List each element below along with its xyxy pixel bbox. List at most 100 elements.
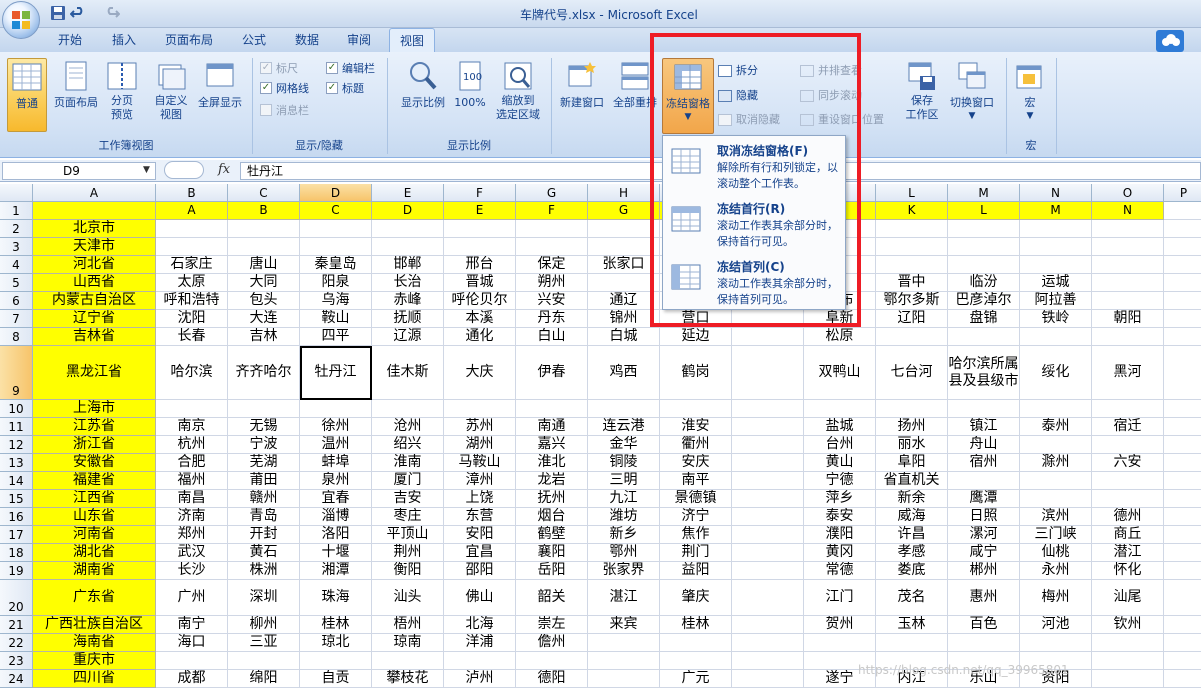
- city-cell[interactable]: 滨州: [1020, 508, 1092, 526]
- city-cell[interactable]: 吉林: [228, 328, 300, 346]
- city-cell[interactable]: 晋城: [444, 274, 516, 292]
- city-cell[interactable]: [1164, 292, 1201, 310]
- code-letter-cell[interactable]: L: [948, 202, 1020, 220]
- city-cell[interactable]: [588, 220, 660, 238]
- name-box[interactable]: D9: [2, 162, 156, 180]
- row-header[interactable]: 20: [0, 580, 33, 616]
- city-cell[interactable]: 十堰: [300, 544, 372, 562]
- city-cell[interactable]: 三门峡: [1020, 526, 1092, 544]
- city-cell[interactable]: [732, 508, 804, 526]
- tab-formulas[interactable]: 公式: [232, 28, 276, 52]
- city-cell[interactable]: 岳阳: [516, 562, 588, 580]
- city-cell[interactable]: 沧州: [372, 418, 444, 436]
- city-cell[interactable]: 临汾: [948, 274, 1020, 292]
- hide-button[interactable]: 隐藏: [718, 87, 758, 105]
- city-cell[interactable]: 晋中: [876, 274, 948, 292]
- city-cell[interactable]: 攀枝花: [372, 670, 444, 688]
- city-cell[interactable]: 洛阳: [300, 526, 372, 544]
- city-cell[interactable]: 宁德: [804, 472, 876, 490]
- city-cell[interactable]: 南通: [516, 418, 588, 436]
- freeze-top-row-menu-item[interactable]: 冻结首行(R) 滚动工作表其余部分时，保持首行可见。: [663, 196, 845, 254]
- city-cell[interactable]: 烟台: [516, 508, 588, 526]
- column-header-c[interactable]: C: [228, 184, 300, 202]
- city-cell[interactable]: 铜陵: [588, 454, 660, 472]
- row-header[interactable]: 5: [0, 274, 33, 292]
- city-cell[interactable]: [588, 274, 660, 292]
- city-cell[interactable]: 济宁: [660, 508, 732, 526]
- city-cell[interactable]: 哈尔滨: [156, 346, 228, 400]
- city-cell[interactable]: 崇左: [516, 616, 588, 634]
- row-header[interactable]: 6: [0, 292, 33, 310]
- province-cell[interactable]: 广东省: [33, 580, 156, 616]
- city-cell[interactable]: 嘉兴: [516, 436, 588, 454]
- city-cell[interactable]: 鸡西: [588, 346, 660, 400]
- city-cell[interactable]: [1020, 400, 1092, 418]
- city-cell[interactable]: 九江: [588, 490, 660, 508]
- city-cell[interactable]: 抚州: [516, 490, 588, 508]
- row-header[interactable]: 21: [0, 616, 33, 634]
- city-cell[interactable]: 宿州: [948, 454, 1020, 472]
- city-cell[interactable]: 安庆: [660, 454, 732, 472]
- tab-view[interactable]: 视图: [389, 28, 436, 52]
- city-cell[interactable]: 长沙: [156, 562, 228, 580]
- city-cell[interactable]: [1164, 238, 1201, 256]
- province-cell[interactable]: 江西省: [33, 490, 156, 508]
- city-cell[interactable]: 丹东: [516, 310, 588, 328]
- city-cell[interactable]: 南宁: [156, 616, 228, 634]
- city-cell[interactable]: 新余: [876, 490, 948, 508]
- province-cell[interactable]: 河南省: [33, 526, 156, 544]
- city-cell[interactable]: 泉州: [300, 472, 372, 490]
- city-cell[interactable]: [156, 652, 228, 670]
- city-cell[interactable]: [1164, 256, 1201, 274]
- city-cell[interactable]: [516, 652, 588, 670]
- city-cell[interactable]: 仙桃: [1020, 544, 1092, 562]
- city-cell[interactable]: [732, 346, 804, 400]
- city-cell[interactable]: 邢台: [444, 256, 516, 274]
- row-header[interactable]: 12: [0, 436, 33, 454]
- city-cell[interactable]: 绥化: [1020, 346, 1092, 400]
- city-cell[interactable]: [804, 634, 876, 652]
- city-cell[interactable]: 合肥: [156, 454, 228, 472]
- city-cell[interactable]: [1164, 400, 1201, 418]
- insert-function-icon[interactable]: fx: [218, 162, 230, 177]
- city-cell[interactable]: 佛山: [444, 580, 516, 616]
- city-cell[interactable]: 桂林: [660, 616, 732, 634]
- city-cell[interactable]: 宜春: [300, 490, 372, 508]
- city-cell[interactable]: [732, 580, 804, 616]
- city-cell[interactable]: [948, 634, 1020, 652]
- row-header[interactable]: 19: [0, 562, 33, 580]
- city-cell[interactable]: 梧州: [372, 616, 444, 634]
- city-cell[interactable]: [516, 238, 588, 256]
- city-cell[interactable]: [372, 400, 444, 418]
- province-cell[interactable]: 福建省: [33, 472, 156, 490]
- row-header[interactable]: 9: [0, 346, 33, 400]
- column-header-f[interactable]: F: [444, 184, 516, 202]
- code-letter-cell[interactable]: [1164, 202, 1201, 220]
- city-cell[interactable]: 呼和浩特: [156, 292, 228, 310]
- city-cell[interactable]: 淮北: [516, 454, 588, 472]
- province-cell[interactable]: 湖南省: [33, 562, 156, 580]
- city-cell[interactable]: [1092, 400, 1164, 418]
- city-cell[interactable]: 白山: [516, 328, 588, 346]
- province-cell[interactable]: 山东省: [33, 508, 156, 526]
- city-cell[interactable]: 漳州: [444, 472, 516, 490]
- city-cell[interactable]: [1164, 454, 1201, 472]
- row-header[interactable]: 15: [0, 490, 33, 508]
- row-header[interactable]: 23: [0, 652, 33, 670]
- city-cell[interactable]: 石家庄: [156, 256, 228, 274]
- city-cell[interactable]: 朝阳: [1092, 310, 1164, 328]
- new-window-button[interactable]: 新建窗口: [556, 58, 608, 132]
- column-header-d[interactable]: D: [300, 184, 372, 202]
- headings-checkbox[interactable]: ✓ 标题: [326, 80, 364, 98]
- city-cell[interactable]: 大同: [228, 274, 300, 292]
- city-cell[interactable]: 德阳: [516, 670, 588, 688]
- full-screen-button[interactable]: 全屏显示: [194, 58, 246, 132]
- column-header-l[interactable]: L: [876, 184, 948, 202]
- city-cell[interactable]: 绍兴: [372, 436, 444, 454]
- city-cell[interactable]: [228, 652, 300, 670]
- city-cell[interactable]: 齐齐哈尔: [228, 346, 300, 400]
- city-cell[interactable]: 汕头: [372, 580, 444, 616]
- unfreeze-panes-menu-item[interactable]: 取消冻结窗格(F) 解除所有行和列锁定，以滚动整个工作表。: [663, 138, 845, 196]
- city-cell[interactable]: [732, 562, 804, 580]
- city-cell[interactable]: 萍乡: [804, 490, 876, 508]
